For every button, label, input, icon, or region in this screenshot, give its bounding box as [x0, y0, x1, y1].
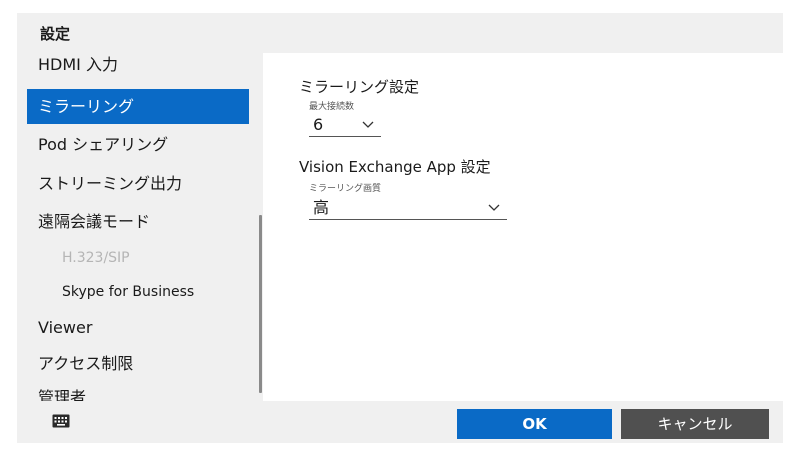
sidebar-item-administrator[interactable]: 管理者: [27, 380, 249, 401]
ok-button[interactable]: OK: [457, 409, 612, 439]
max-connections-label: 最大接続数: [309, 102, 355, 112]
bottom-bar: OK キャンセル: [17, 401, 783, 443]
vision-exchange-settings-title: Vision Exchange App 設定: [299, 158, 491, 176]
mirroring-quality-value: 高: [313, 198, 330, 217]
max-connections-value: 6: [313, 115, 324, 134]
window-title: 設定: [40, 25, 71, 43]
mirroring-quality-select[interactable]: 高: [309, 198, 507, 220]
settings-window: 設定 HDMI 入力 ミラーリング Pod シェアリング ストリーミング出力 遠…: [17, 13, 783, 443]
mirroring-settings-title: ミラーリング設定: [299, 78, 420, 96]
title-bar: 設定: [17, 13, 783, 53]
sidebar-item-mirroring[interactable]: ミラーリング: [27, 89, 249, 124]
max-connections-select[interactable]: 6: [309, 115, 381, 137]
sidebar-item-access-restriction[interactable]: アクセス制限: [27, 346, 249, 381]
keyboard-icon[interactable]: [52, 414, 70, 428]
cancel-button[interactable]: キャンセル: [621, 409, 769, 439]
sidebar-item-skype-for-business[interactable]: Skype for Business: [27, 275, 249, 310]
sidebar-item-streaming-output[interactable]: ストリーミング出力: [27, 166, 249, 201]
sidebar: HDMI 入力 ミラーリング Pod シェアリング ストリーミング出力 遠隔会議…: [17, 53, 263, 401]
sidebar-scrollbar[interactable]: [259, 215, 262, 393]
sidebar-item-h323-sip: H.323/SIP: [62, 250, 130, 266]
sidebar-item-remote-meeting-mode[interactable]: 遠隔会議モード: [27, 204, 249, 239]
sidebar-item-hdmi-input[interactable]: HDMI 入力: [27, 53, 249, 82]
content-panel: ミラーリング設定 最大接続数 6 Vision Exchange App 設定 …: [263, 53, 783, 401]
mirroring-quality-label: ミラーリング画質: [309, 184, 382, 194]
chevron-down-icon: [362, 121, 374, 128]
sidebar-item-viewer[interactable]: Viewer: [27, 310, 249, 345]
chevron-down-icon: [488, 204, 500, 211]
sidebar-item-pod-sharing[interactable]: Pod シェアリング: [27, 127, 249, 162]
